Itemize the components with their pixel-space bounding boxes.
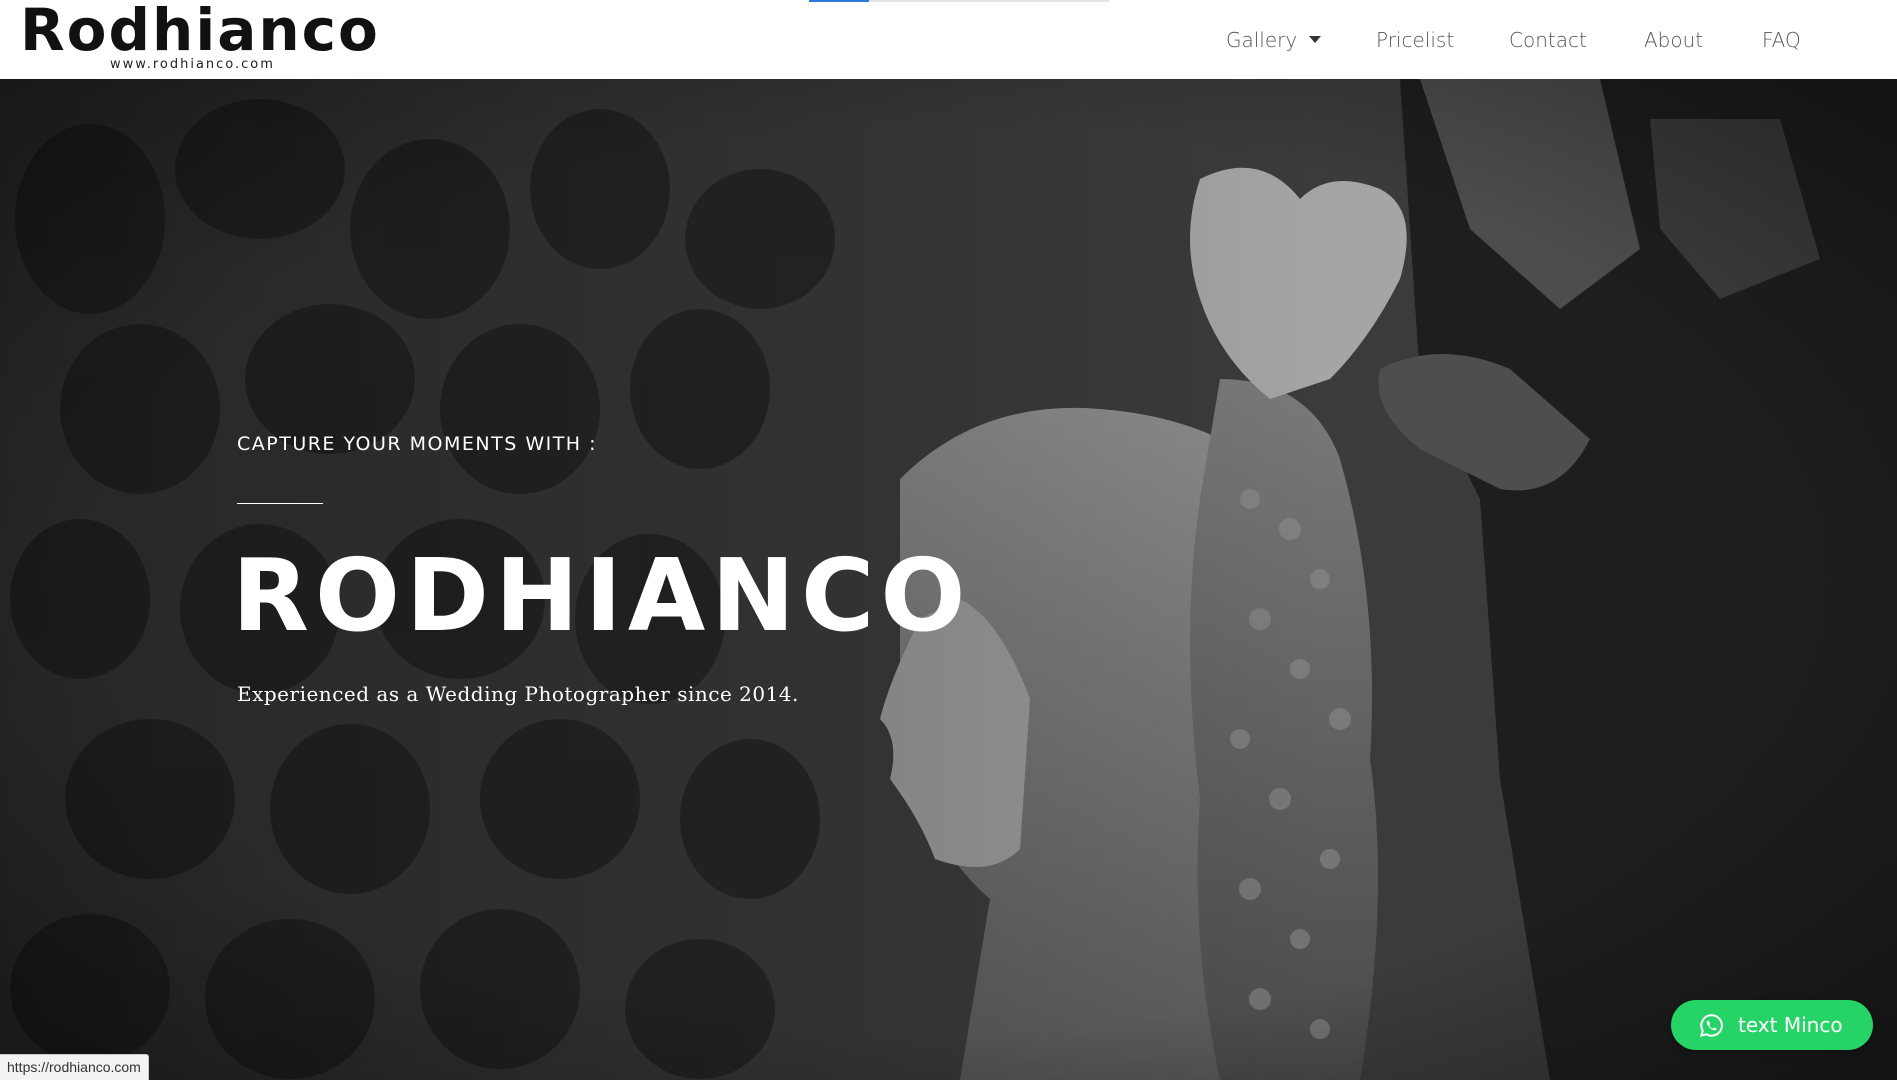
caret-down-icon: [1309, 36, 1322, 43]
nav-item-gallery-label: Gallery: [1226, 28, 1298, 52]
nav-item-contact[interactable]: Contact: [1509, 26, 1587, 54]
hero-subtitle: Experienced as a Wedding Photographer si…: [237, 682, 799, 706]
nav-item-pricelist[interactable]: Pricelist: [1376, 26, 1454, 54]
hero-kicker: CAPTURE YOUR MOMENTS WITH :: [237, 433, 598, 455]
whatsapp-chat-button[interactable]: text Minco: [1671, 1000, 1873, 1050]
page-loading-bar: [809, 0, 1109, 2]
logo-wordmark: Rodhianco: [20, 0, 380, 64]
hero-divider: [237, 503, 323, 504]
browser-status-url: https://rodhianco.com: [0, 1054, 149, 1080]
hero-title: RODHIANCO: [232, 537, 972, 654]
logo-url-text: www.rodhianco.com: [110, 57, 275, 72]
hero-section: CAPTURE YOUR MOMENTS WITH : RODHIANCO Ex…: [0, 79, 1897, 1080]
site-header: Rodhianco www.rodhianco.com Gallery Pric…: [0, 0, 1897, 79]
whatsapp-button-label: text Minco: [1738, 1013, 1843, 1037]
nav-item-about[interactable]: About: [1644, 26, 1703, 54]
nav-item-gallery[interactable]: Gallery: [1226, 26, 1322, 54]
whatsapp-icon: [1700, 1014, 1723, 1037]
page-loading-bar-fill: [809, 0, 869, 2]
site-logo-link[interactable]: Rodhianco www.rodhianco.com: [20, 0, 378, 75]
nav-item-faq[interactable]: FAQ: [1762, 26, 1801, 54]
